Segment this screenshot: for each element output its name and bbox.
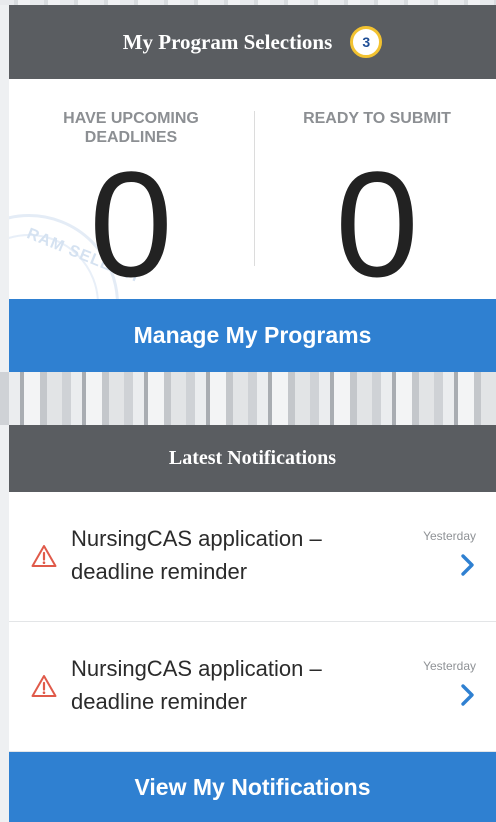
warning-icon (31, 545, 57, 567)
manage-programs-button[interactable]: Manage My Programs (9, 299, 496, 372)
view-notifications-button[interactable]: View My Notifications (9, 752, 496, 822)
ready-to-submit-count: 0 (335, 140, 419, 299)
counts-divider (254, 111, 255, 266)
upcoming-deadlines-count: 0 (89, 140, 173, 299)
notification-item[interactable]: NursingCAS application – deadline remind… (9, 492, 496, 622)
notification-time: Yesterday (423, 529, 476, 543)
chevron-right-icon[interactable] (460, 683, 476, 707)
background-strip (0, 372, 496, 425)
chevron-right-icon[interactable] (460, 553, 476, 577)
notification-time: Yesterday (423, 659, 476, 673)
warning-icon (31, 675, 57, 697)
notification-item[interactable]: NursingCAS application – deadline remind… (9, 622, 496, 752)
ready-to-submit-label: READY TO SUBMIT (303, 110, 451, 127)
latest-notifications-header: Latest Notifications (9, 425, 496, 492)
selection-count-badge: 3 (350, 26, 383, 58)
latest-notifications-title: Latest Notifications (168, 447, 337, 469)
notification-text: NursingCAS application – deadline remind… (71, 656, 322, 714)
program-counts-panel: RAM SELECTI HAVE UPCOMING DEADLINES 0 RE… (9, 79, 496, 299)
notification-text: NursingCAS application – deadline remind… (71, 526, 322, 584)
program-selections-title: My Program Selections (122, 29, 333, 54)
program-selections-header: My Program Selections 3 (9, 5, 496, 79)
